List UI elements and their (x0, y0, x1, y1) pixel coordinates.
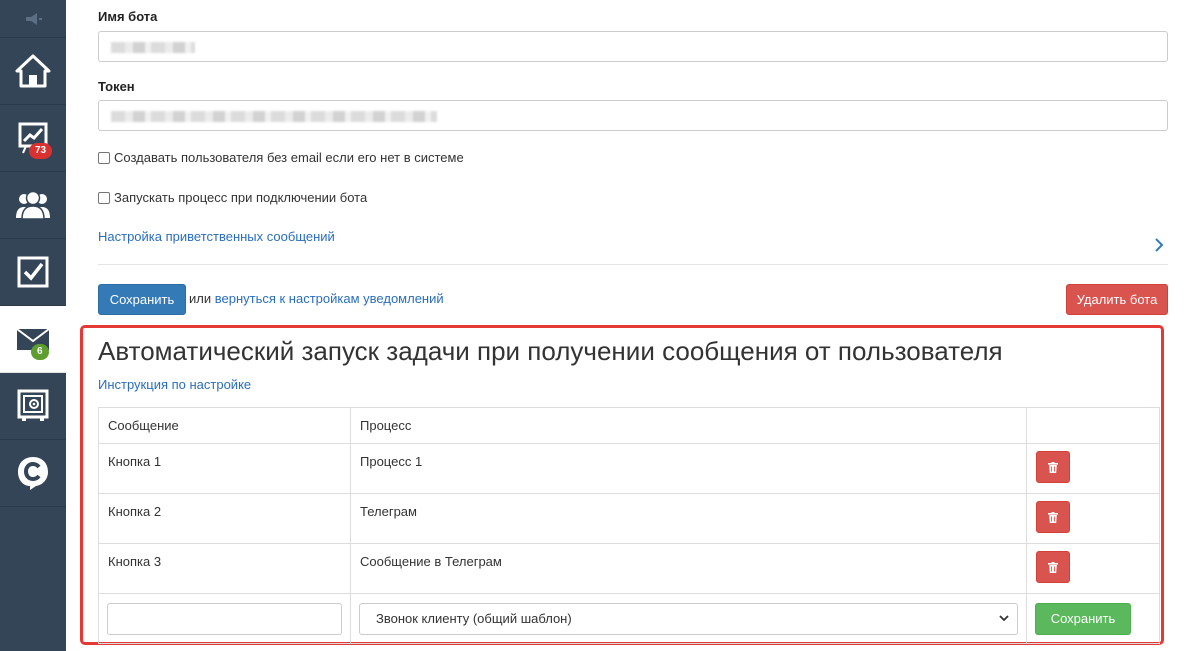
process-select-value: Звонок клиенту (общий шаблон) (376, 611, 572, 626)
column-actions (1026, 407, 1160, 444)
redacted-value (111, 111, 437, 122)
delete-row-button[interactable] (1036, 501, 1070, 533)
row-process: Телеграм (350, 493, 1027, 544)
back-row: или вернуться к настройкам уведомлений (189, 291, 444, 306)
sidebar-item-announcements[interactable] (0, 0, 66, 38)
sidebar-item-messages[interactable]: 6 (0, 306, 66, 373)
home-icon (15, 54, 51, 88)
auto-start-title: Автоматический запуск задачи при получен… (98, 336, 1003, 366)
create-user-option: Создавать пользователя без email если ег… (98, 150, 464, 165)
run-process-option: Запускать процесс при подключении бота (98, 190, 367, 205)
token-input[interactable] (98, 100, 1168, 131)
sidebar-item-chat[interactable] (0, 440, 66, 507)
token-label: Токен (98, 79, 135, 94)
bot-name-input[interactable] (98, 31, 1168, 62)
run-process-checkbox[interactable] (98, 191, 110, 204)
sidebar: 73 6 (0, 0, 66, 651)
delete-row-button[interactable] (1036, 551, 1070, 583)
checkbox-icon (17, 256, 49, 288)
create-user-checkbox[interactable] (98, 151, 110, 164)
save-button[interactable]: Сохранить (98, 284, 186, 315)
save-rule-button[interactable]: Сохранить (1035, 602, 1131, 635)
delete-bot-button[interactable]: Удалить бота (1066, 284, 1168, 315)
table-row: Кнопка 3 Сообщение в Телеграм (98, 543, 1160, 594)
column-message: Сообщение (98, 407, 351, 444)
reports-badge: 73 (29, 143, 53, 159)
process-select[interactable]: Звонок клиенту (общий шаблон) (359, 602, 1018, 635)
messages-badge: 6 (31, 344, 49, 360)
row-message: Кнопка 2 (98, 493, 351, 544)
back-to-notifications-link[interactable]: вернуться к настройкам уведомлений (215, 291, 444, 306)
auto-start-table: Сообщение Процесс Кнопка 1 Процесс 1 Кно… (98, 407, 1160, 644)
chevron-down-icon (999, 615, 1009, 622)
delete-row-button[interactable] (1036, 451, 1070, 483)
setup-instruction-link[interactable]: Инструкция по настройке (98, 377, 251, 392)
new-rule-row: Звонок клиенту (общий шаблон) Сохранить (98, 593, 1160, 644)
run-process-label: Запускать процесс при подключении бота (114, 190, 368, 205)
trash-icon (1048, 511, 1058, 523)
table-header: Сообщение Процесс (98, 407, 1160, 444)
chevron-right-icon[interactable] (1154, 238, 1164, 252)
welcome-messages-link[interactable]: Настройка приветственных сообщений (98, 229, 335, 244)
megaphone-icon (26, 12, 42, 25)
divider (98, 264, 1168, 265)
row-process: Сообщение в Телеграм (350, 543, 1027, 594)
chat-logo-icon (18, 457, 48, 490)
trash-icon (1048, 461, 1058, 473)
create-user-label: Создавать пользователя без email если ег… (114, 150, 464, 165)
row-message: Кнопка 1 (98, 443, 351, 494)
sidebar-item-reports[interactable]: 73 (0, 105, 66, 172)
sidebar-item-home[interactable] (0, 38, 66, 105)
row-process: Процесс 1 (350, 443, 1027, 494)
sidebar-item-tasks[interactable] (0, 239, 66, 306)
sidebar-item-storage[interactable] (0, 373, 66, 440)
redacted-value (111, 42, 195, 53)
trash-icon (1048, 561, 1058, 573)
safe-icon (17, 389, 49, 421)
or-text: или (189, 291, 212, 306)
new-message-input[interactable] (107, 602, 342, 635)
sidebar-item-users[interactable] (0, 172, 66, 239)
table-row: Кнопка 1 Процесс 1 (98, 443, 1160, 494)
column-process: Процесс (350, 407, 1027, 444)
row-message: Кнопка 3 (98, 543, 351, 594)
bot-name-label: Имя бота (98, 9, 158, 24)
users-icon (16, 190, 50, 220)
table-row: Кнопка 2 Телеграм (98, 493, 1160, 544)
